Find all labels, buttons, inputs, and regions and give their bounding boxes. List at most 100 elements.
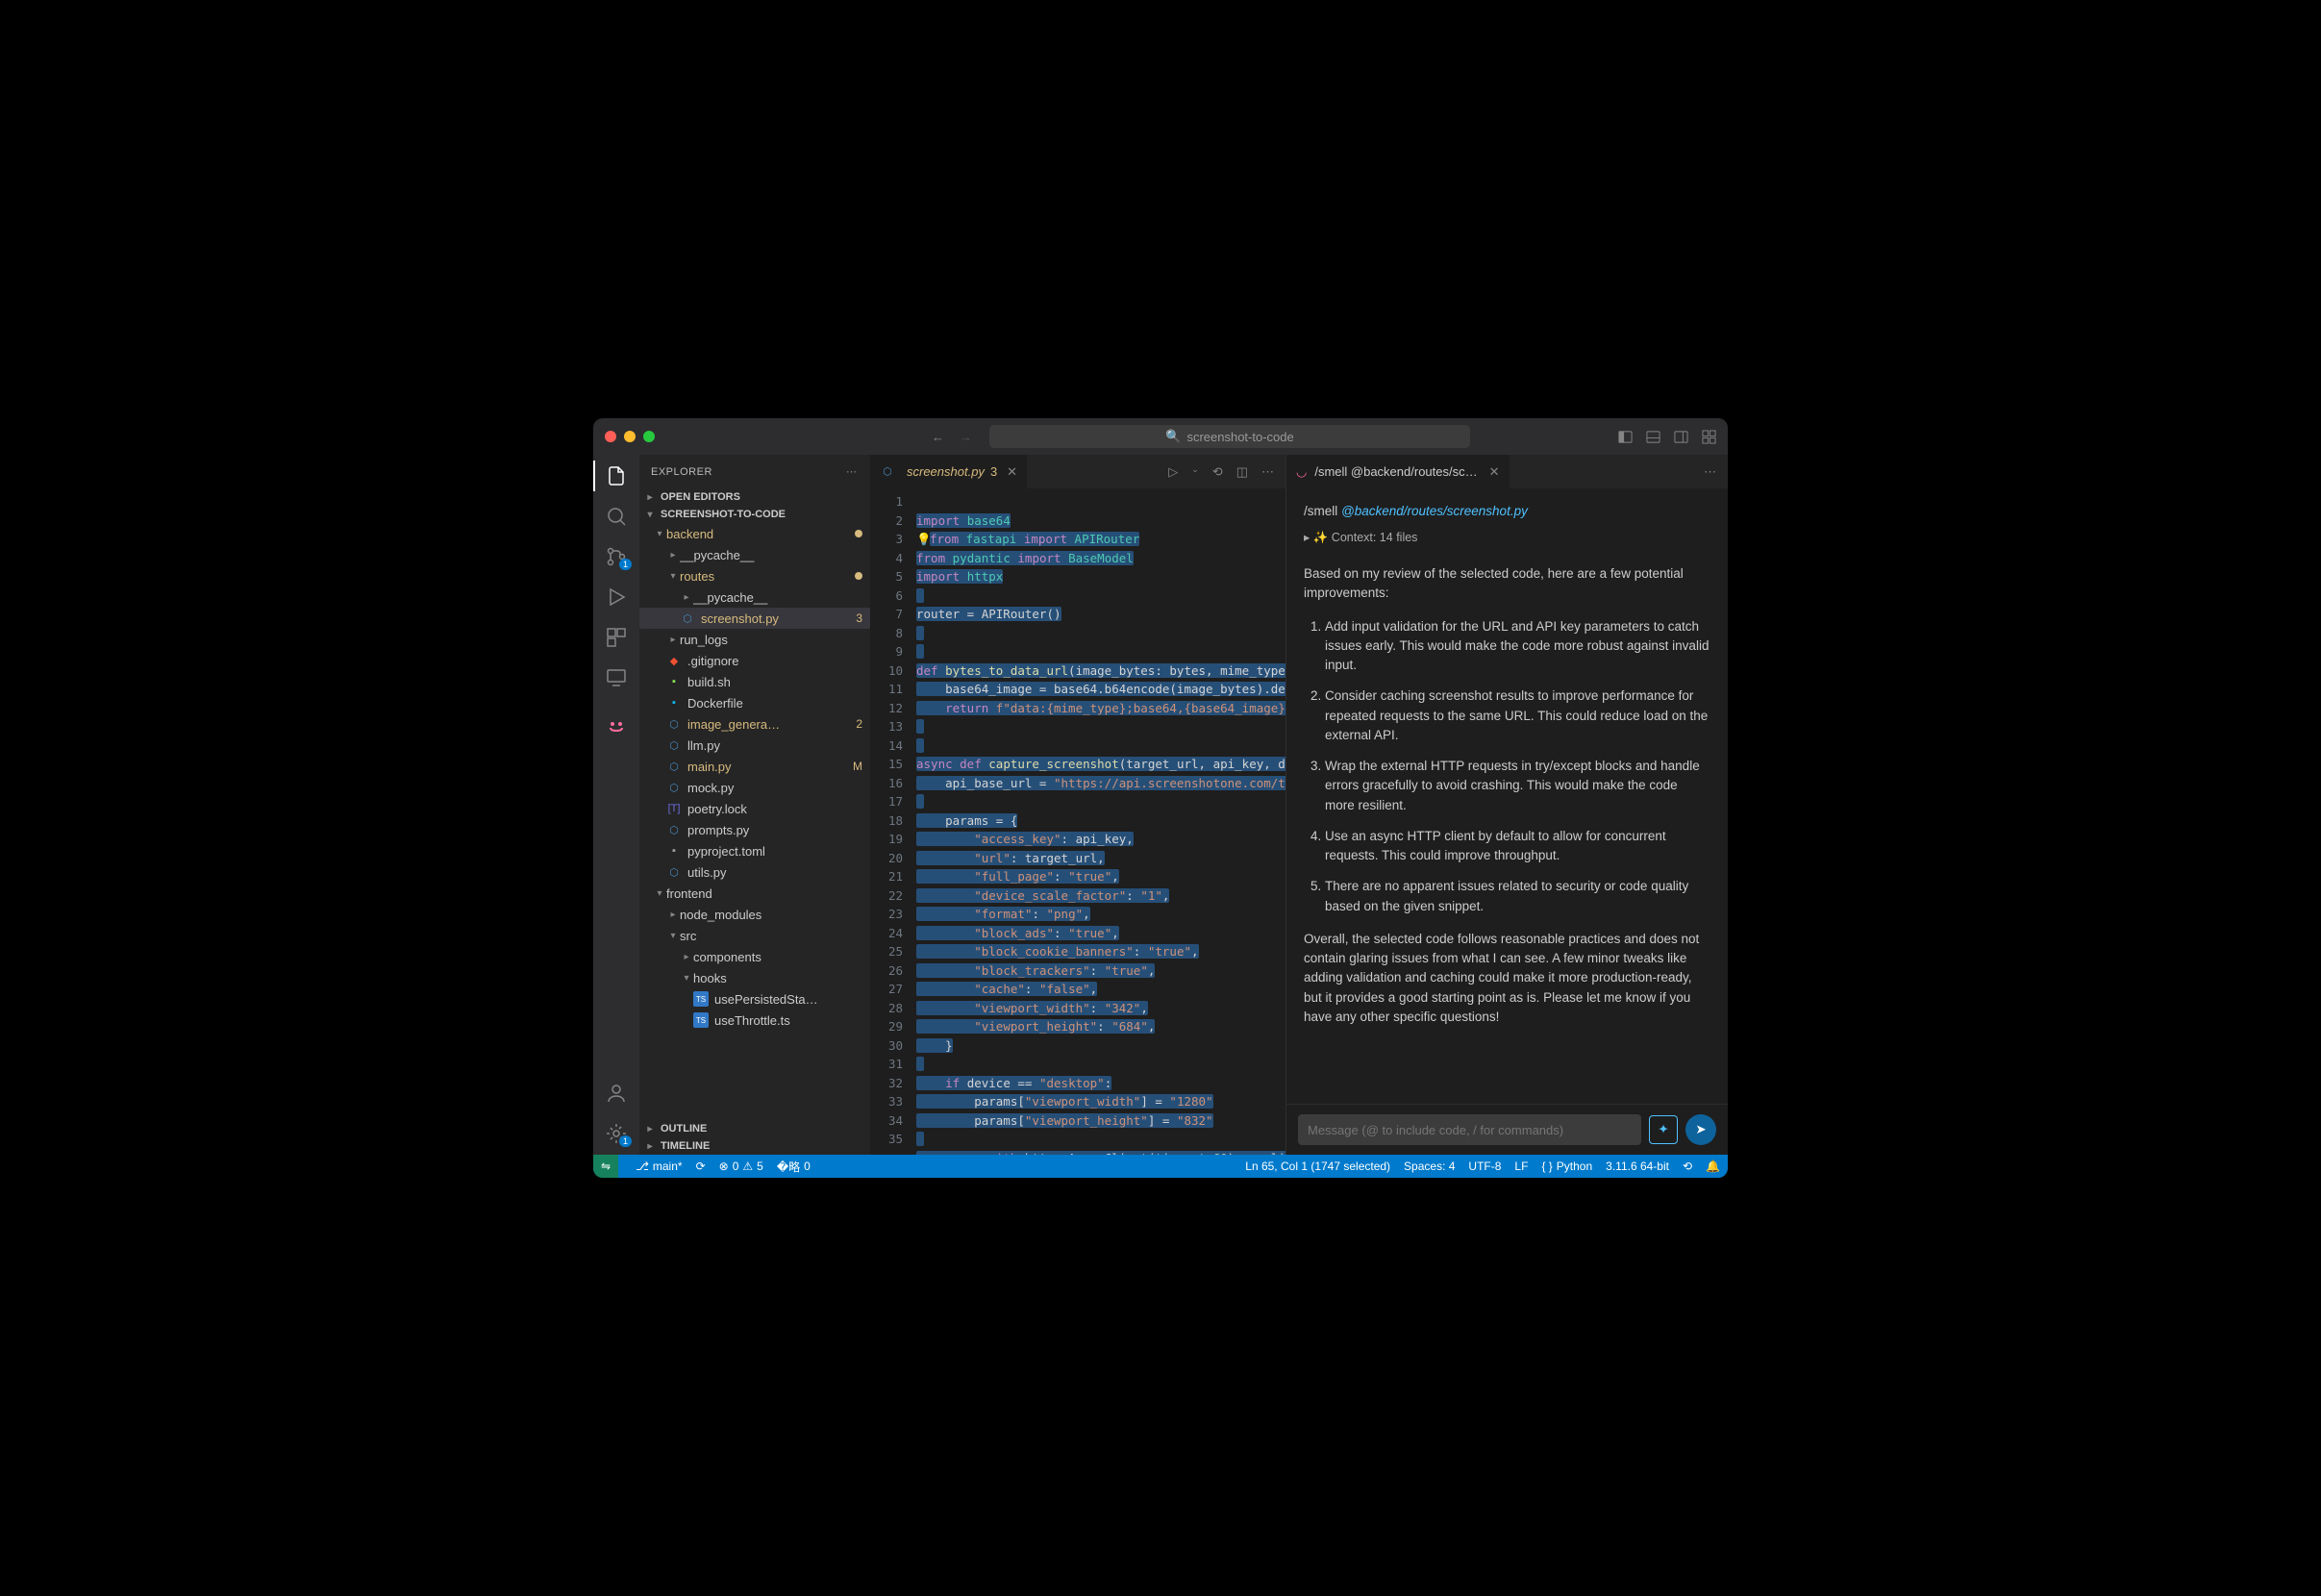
folder-routes[interactable]: ▾routes xyxy=(639,565,870,586)
layout-controls xyxy=(1618,430,1716,444)
file-prompts-py[interactable]: ⬡prompts.py xyxy=(639,819,870,840)
remote-indicator[interactable]: ⇋ xyxy=(593,1155,618,1178)
file-main-py[interactable]: ⬡main.pyM xyxy=(639,756,870,777)
code-icon: { } xyxy=(1541,1160,1552,1173)
problems[interactable]: ⊗0 ⚠5 xyxy=(719,1160,763,1173)
toggle-secondary-sidebar-icon[interactable] xyxy=(1674,430,1688,444)
code-content[interactable]: import base64 💡from fastapi import APIRo… xyxy=(916,488,1285,1155)
suggestion-item: Add input validation for the URL and API… xyxy=(1325,617,1710,676)
remote-explorer-icon[interactable] xyxy=(605,666,628,689)
lightbulb-icon[interactable]: 💡 xyxy=(916,530,930,549)
remote-icon: ⇋ xyxy=(601,1160,611,1173)
ai-response: /smell @backend/routes/screenshot.py ▸ ✨… xyxy=(1286,488,1728,1104)
code-editor[interactable]: 1234567891011121314151617181920212223242… xyxy=(870,488,1285,1155)
file-build-sh[interactable]: ▪build.sh xyxy=(639,671,870,692)
git-branch[interactable]: ⎇main* xyxy=(636,1160,683,1173)
close-tab-icon[interactable]: ✕ xyxy=(1007,464,1017,480)
python-version[interactable]: 3.11.6 64-bit xyxy=(1606,1160,1669,1173)
debug-icon[interactable] xyxy=(605,586,628,609)
scm-icon[interactable]: 1 xyxy=(605,545,628,568)
python-icon: ⬡ xyxy=(666,780,682,795)
timeline-section[interactable]: ▸TIMELINE xyxy=(639,1137,870,1155)
explorer-icon[interactable] xyxy=(605,464,628,487)
folder-backend[interactable]: ▾backend xyxy=(639,523,870,544)
encoding[interactable]: UTF-8 xyxy=(1468,1160,1501,1173)
send-button[interactable]: ➤ xyxy=(1685,1114,1716,1145)
feedback-icon[interactable]: ⟲ xyxy=(1683,1160,1692,1173)
nav-back-icon[interactable]: ← xyxy=(932,430,944,444)
tab-screenshot-py[interactable]: ⬡ screenshot.py 3 ✕ xyxy=(870,455,1028,488)
customize-layout-icon[interactable] xyxy=(1702,430,1716,444)
response-intro: Based on my review of the selected code,… xyxy=(1304,564,1710,604)
open-editors-section[interactable]: ▸OPEN EDITORS xyxy=(639,488,870,506)
tab-badge: 3 xyxy=(990,464,997,479)
split-icon[interactable]: ◫ xyxy=(1236,464,1248,480)
folder-pycache[interactable]: ▸__pycache__ xyxy=(639,544,870,565)
ts-icon: TS xyxy=(693,1012,709,1028)
folder-components[interactable]: ▸components xyxy=(639,946,870,967)
folder-node-modules[interactable]: ▸node_modules xyxy=(639,904,870,925)
status-bar: ⇋ ⎇main* ⟳ ⊗0 ⚠5 �略0 Ln 65, Col 1 (1747 … xyxy=(593,1155,1728,1178)
modified-indicator xyxy=(855,530,862,537)
python-icon: ⬡ xyxy=(680,611,695,626)
close-window[interactable] xyxy=(605,431,616,442)
run-icon[interactable]: ▷ xyxy=(1168,464,1178,480)
toggle-panel-icon[interactable] xyxy=(1646,430,1660,444)
eol[interactable]: LF xyxy=(1514,1160,1528,1173)
folder-run-logs[interactable]: ▸run_logs xyxy=(639,629,870,650)
file-screenshot-py[interactable]: ⬡screenshot.py3 xyxy=(639,608,870,629)
context-line[interactable]: ▸ ✨ Context: 14 files xyxy=(1304,529,1710,547)
file-usethrottle[interactable]: TSuseThrottle.ts xyxy=(639,1010,870,1031)
language-mode[interactable]: { }Python xyxy=(1541,1160,1592,1173)
file-image-gen[interactable]: ⬡image_genera…2 xyxy=(639,713,870,735)
command-center-title: screenshot-to-code xyxy=(1186,430,1293,444)
search-view-icon[interactable] xyxy=(605,505,628,528)
antenna-icon: �略 xyxy=(777,1159,800,1175)
run-dropdown-icon[interactable]: ⌄ xyxy=(1191,464,1199,480)
accounts-icon[interactable] xyxy=(605,1082,628,1105)
docker-icon: ▪ xyxy=(666,695,682,711)
settings-icon[interactable]: 1 xyxy=(605,1122,628,1145)
close-ai-tab-icon[interactable]: ✕ xyxy=(1489,464,1500,480)
maximize-window[interactable] xyxy=(643,431,655,442)
lock-icon: [T] xyxy=(666,801,682,816)
file-dockerfile[interactable]: ▪Dockerfile xyxy=(639,692,870,713)
sync-button[interactable]: ⟳ xyxy=(696,1160,706,1173)
file-pyproject[interactable]: ▪pyproject.toml xyxy=(639,840,870,861)
folder-src[interactable]: ▾src xyxy=(639,925,870,946)
nav-forward-icon[interactable]: → xyxy=(960,430,972,444)
ai-more-icon[interactable]: ⋯ xyxy=(1704,464,1716,480)
sidebar-more-icon[interactable]: ⋯ xyxy=(846,465,859,478)
diff-icon[interactable]: ⟲ xyxy=(1212,464,1223,480)
ports[interactable]: �略0 xyxy=(777,1159,811,1175)
folder-hooks[interactable]: ▾hooks xyxy=(639,967,870,988)
file-mock-py[interactable]: ⬡mock.py xyxy=(639,777,870,798)
sync-icon: ⟳ xyxy=(696,1160,706,1173)
sparkle-button[interactable]: ✦ xyxy=(1649,1115,1678,1144)
extensions-icon[interactable] xyxy=(605,626,628,649)
folder-pycache[interactable]: ▸__pycache__ xyxy=(639,586,870,608)
copilot-icon[interactable] xyxy=(605,712,628,736)
command-echo: /smell @backend/routes/screenshot.py xyxy=(1304,502,1710,521)
file-gitignore[interactable]: ◆.gitignore xyxy=(639,650,870,671)
file-utils-py[interactable]: ⬡utils.py xyxy=(639,861,870,883)
suggestions-list: Add input validation for the URL and API… xyxy=(1325,617,1710,916)
file-llm-py[interactable]: ⬡llm.py xyxy=(639,735,870,756)
file-poetry-lock[interactable]: [T]poetry.lock xyxy=(639,798,870,819)
toggle-primary-sidebar-icon[interactable] xyxy=(1618,430,1633,444)
minimize-window[interactable] xyxy=(624,431,636,442)
file-usepersisted[interactable]: TSusePersistedSta… xyxy=(639,988,870,1010)
line-numbers: 1234567891011121314151617181920212223242… xyxy=(870,488,916,1155)
more-actions-icon[interactable]: ⋯ xyxy=(1261,464,1274,480)
indentation[interactable]: Spaces: 4 xyxy=(1404,1160,1455,1173)
folder-frontend[interactable]: ▾frontend xyxy=(639,883,870,904)
notifications-icon[interactable]: 🔔 xyxy=(1706,1160,1720,1173)
project-section[interactable]: ▾SCREENSHOT-TO-CODE xyxy=(639,506,870,523)
sidebar-header: EXPLORER ⋯ xyxy=(639,455,870,488)
ai-tab[interactable]: ◡ /smell @backend/routes/sc… ✕ xyxy=(1286,455,1510,488)
editor-group: ⬡ screenshot.py 3 ✕ ▷ ⌄ ⟲ ◫ ⋯ 1234567891… xyxy=(870,455,1285,1155)
ai-message-input[interactable] xyxy=(1298,1114,1641,1145)
command-center[interactable]: 🔍 screenshot-to-code xyxy=(989,425,1470,448)
outline-section[interactable]: ▸OUTLINE xyxy=(639,1120,870,1137)
cursor-position[interactable]: Ln 65, Col 1 (1747 selected) xyxy=(1245,1160,1390,1173)
